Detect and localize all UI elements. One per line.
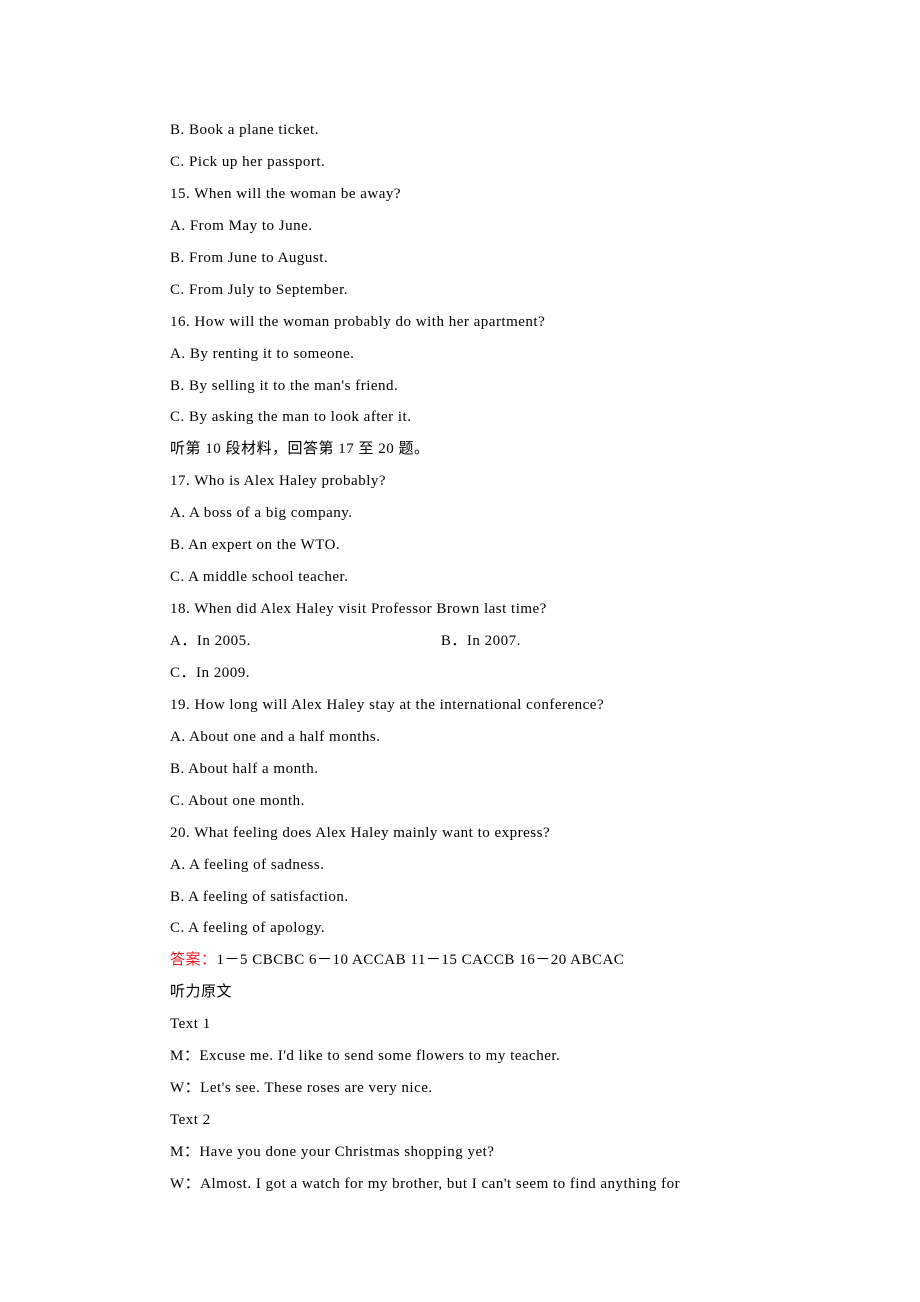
document-line: A. About one and a half months.: [170, 722, 750, 754]
document-line: 19. How long will Alex Haley stay at the…: [170, 690, 750, 722]
document-line: C. By asking the man to look after it.: [170, 402, 750, 434]
document-line: C. Pick up her passport.: [170, 147, 750, 179]
document-line: 听第 10 段材料，回答第 17 至 20 题。: [170, 434, 750, 466]
document-line: C. About one month.: [170, 786, 750, 818]
document-line: 答案：1－5 CBCBC 6－10 ACCAB 11－15 CACCB 16－2…: [170, 945, 750, 977]
document-line: 17. Who is Alex Haley probably?: [170, 466, 750, 498]
document-line: A. A feeling of sadness.: [170, 850, 750, 882]
document-line: A. A boss of a big company.: [170, 498, 750, 530]
document-line: B. By selling it to the man's friend.: [170, 371, 750, 403]
option-a-text: A．In 2005.: [170, 626, 251, 658]
document-line: 16. How will the woman probably do with …: [170, 307, 750, 339]
document-line: C. A feeling of apology.: [170, 913, 750, 945]
document-line: B. About half a month.: [170, 754, 750, 786]
document-line: Text 1: [170, 1009, 750, 1041]
document-line: A. From May to June.: [170, 211, 750, 243]
document-line: 18. When did Alex Haley visit Professor …: [170, 594, 750, 626]
document-line: B. From June to August.: [170, 243, 750, 275]
document-line: C. From July to September.: [170, 275, 750, 307]
document-line: B. A feeling of satisfaction.: [170, 882, 750, 914]
answer-key: 1－5 CBCBC 6－10 ACCAB 11－15 CACCB 16－20 A…: [217, 952, 625, 968]
option-b-text: B．In 2007.: [441, 626, 521, 658]
document-line: B. Book a plane ticket.: [170, 115, 750, 147]
document-line: W：Almost. I got a watch for my brother, …: [170, 1169, 750, 1201]
document-line: B. An expert on the WTO.: [170, 530, 750, 562]
document-line: M：Excuse me. I'd like to send some flowe…: [170, 1041, 750, 1073]
document-line: M：Have you done your Christmas shopping …: [170, 1137, 750, 1169]
document-line: C. A middle school teacher.: [170, 562, 750, 594]
answer-label: 答案：: [170, 952, 217, 968]
document-line: W：Let's see. These roses are very nice.: [170, 1073, 750, 1105]
document-line: A．In 2005. B．In 2007.: [170, 626, 750, 658]
document-line: Text 2: [170, 1105, 750, 1137]
document-line: 15. When will the woman be away?: [170, 179, 750, 211]
document-line: 听力原文: [170, 977, 750, 1009]
document-line: A. By renting it to someone.: [170, 339, 750, 371]
document-line: C．In 2009.: [170, 658, 750, 690]
document-line: 20. What feeling does Alex Haley mainly …: [170, 818, 750, 850]
